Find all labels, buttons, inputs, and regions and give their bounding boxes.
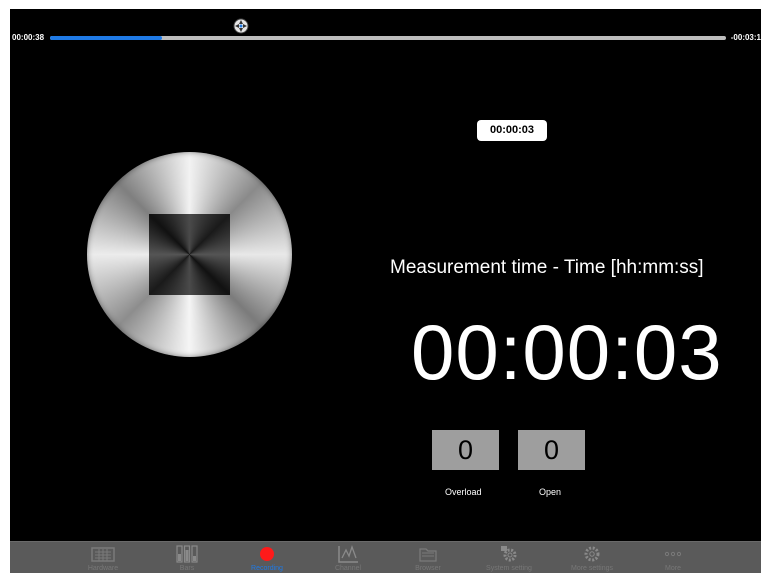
stop-icon	[149, 214, 230, 295]
overload-label: Overload	[445, 487, 482, 497]
progress-slider[interactable]	[50, 36, 726, 40]
gear-icon	[584, 546, 600, 562]
tab-browser[interactable]: Browser	[388, 542, 468, 573]
measurement-value: 00:00:03	[411, 308, 723, 396]
open-counter: 0	[518, 430, 585, 470]
tab-bars[interactable]: Bars	[147, 542, 227, 573]
folder-icon	[419, 548, 437, 562]
record-icon	[260, 547, 274, 561]
tab-recording[interactable]: Recording	[227, 542, 307, 573]
chart-icon	[338, 545, 358, 563]
tab-label: Browser	[415, 565, 441, 572]
elapsed-time: 00:00:38	[12, 33, 45, 42]
tab-system-setting[interactable]: System setting	[469, 542, 549, 573]
tab-label: Channel	[334, 565, 362, 572]
tab-more[interactable]: More	[633, 542, 713, 573]
tab-hardware[interactable]: Hardware	[63, 542, 143, 573]
keyboard-icon	[91, 547, 115, 562]
sliders-icon	[176, 545, 198, 563]
remaining-time: -00:03:1	[730, 33, 761, 42]
overload-counter: 0	[432, 430, 499, 470]
tab-label: More settings	[570, 565, 614, 572]
gear-icon	[501, 546, 517, 562]
scrubber-thumb-icon[interactable]	[232, 17, 250, 35]
measurement-label: Measurement time - Time [hh:mm:ss]	[390, 257, 704, 278]
tab-label: Bars	[179, 565, 195, 572]
progress-fill	[50, 36, 162, 40]
app-screen: 00:00:38 -00:03:1 00:00:03 Measurement t…	[10, 9, 761, 573]
tab-bar: Hardware Bars Recording Channel Browser …	[10, 541, 761, 573]
tab-channel[interactable]: Channel	[308, 542, 388, 573]
timer-badge: 00:00:03	[477, 120, 547, 141]
tab-more-settings[interactable]: More settings	[552, 542, 632, 573]
tab-label: Hardware	[87, 565, 119, 572]
more-icon	[664, 551, 682, 557]
tab-label: System setting	[486, 565, 532, 572]
tab-label: Recording	[251, 565, 283, 572]
tab-label: More	[665, 565, 681, 572]
stop-dial-button[interactable]	[87, 152, 292, 357]
open-label: Open	[539, 487, 562, 497]
